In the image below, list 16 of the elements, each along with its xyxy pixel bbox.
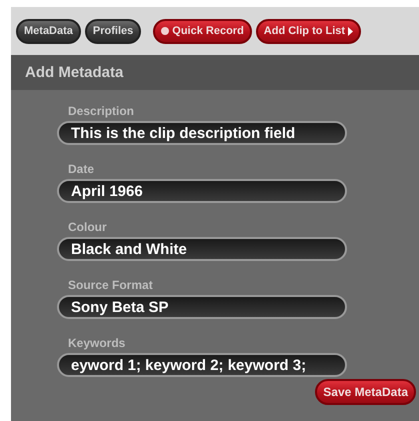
add-clip-button[interactable]: Add Clip to List: [256, 18, 362, 44]
input-field[interactable]: Black and White: [57, 237, 347, 261]
input-field[interactable]: Sony Beta SP: [57, 295, 347, 319]
record-button[interactable]: Quick Record: [153, 18, 252, 44]
field-label: Date: [68, 162, 96, 177]
field-label: Colour: [68, 220, 108, 235]
tab-button[interactable]: Profiles: [84, 18, 142, 44]
input-field[interactable]: eyword 1; keyword 2; keyword 3;: [57, 353, 347, 377]
field-label: Keywords: [68, 336, 126, 351]
field-label: Source Format: [68, 278, 154, 293]
input-field[interactable]: April 1966: [57, 179, 347, 203]
save-button[interactable]: Save MetaData: [315, 379, 416, 405]
tab-button[interactable]: MetaData: [16, 18, 81, 44]
input-field[interactable]: This is the clip description field: [57, 121, 347, 145]
field-label: Description: [68, 104, 136, 119]
panel-title: Add Metadata: [25, 64, 124, 81]
